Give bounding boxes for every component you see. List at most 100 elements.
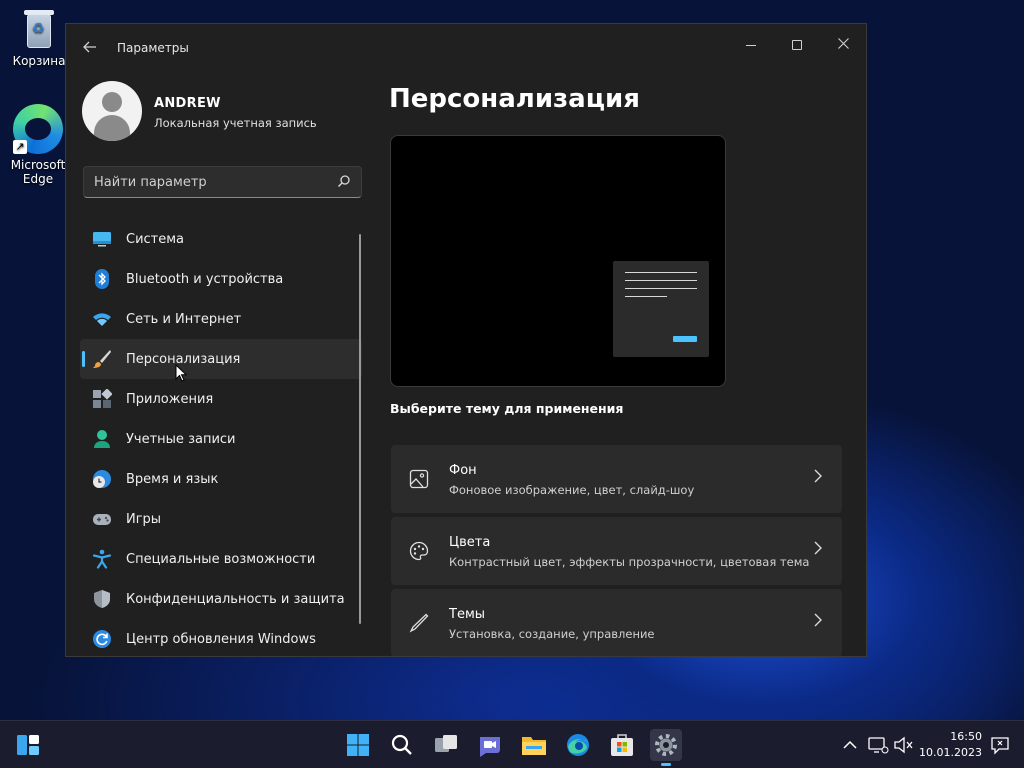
sidebar-item-personalization[interactable]: Персонализация [80,339,362,379]
card-themes[interactable]: Темы Установка, создание, управление [391,589,842,656]
volume-tray-button[interactable] [892,721,916,768]
brush-icon [93,350,111,368]
recycle-bin-icon [21,8,57,50]
sidebar-item-time-language[interactable]: Время и язык [80,459,362,499]
sidebar-item-label: Учетные записи [126,431,236,447]
minimize-button[interactable] [728,30,774,60]
widgets-icon [17,735,39,755]
network-tray-button[interactable] [866,721,890,768]
account-type: Локальная учетная запись [154,116,317,130]
edge-icon [567,734,589,756]
globe-clock-icon [93,470,111,488]
card-subtitle: Установка, создание, управление [449,627,655,641]
mouse-cursor-icon [175,364,187,382]
close-icon [837,38,849,49]
sidebar-item-apps[interactable]: Приложения [80,379,362,419]
recycle-bin-label: Корзина [12,54,66,68]
taskbar: 16:50 10.01.2023 [0,720,1024,768]
window-title: Параметры [117,41,189,55]
sidebar-item-accounts[interactable]: Учетные записи [80,419,362,459]
volume-muted-icon [894,736,913,754]
shield-icon [94,590,110,608]
edge-icon: ↗ [13,104,63,154]
avatar [82,81,142,141]
chevron-up-icon [843,740,857,749]
sidebar-scrollbar[interactable] [359,234,361,624]
card-subtitle: Контрастный цвет, эффекты прозрачности, … [449,555,810,569]
image-icon [409,469,429,489]
card-subtitle: Фоновое изображение, цвет, слайд-шоу [449,483,695,497]
task-view-button[interactable] [430,729,462,761]
chevron-right-icon [814,469,822,483]
desktop-icon-recycle-bin[interactable]: Корзина [7,8,71,68]
gear-icon [655,734,677,756]
chat-icon [480,737,500,757]
card-title: Темы [449,607,486,622]
sidebar-item-label: Конфиденциальность и защита [126,591,345,607]
sidebar-item-label: Игры [126,511,162,527]
search-icon [338,175,350,187]
preview-dialog [613,261,709,357]
card-title: Цвета [449,535,491,550]
user-name: ANDREW [154,96,221,111]
sidebar-item-system[interactable]: Система [80,219,362,259]
folder-icon [522,737,546,755]
chat-button[interactable] [474,729,506,761]
sidebar-item-privacy[interactable]: Конфиденциальность и защита [80,579,362,619]
sidebar-item-bluetooth[interactable]: Bluetooth и устройства [80,259,362,299]
sidebar: ANDREW Локальная учетная запись Система … [66,74,376,656]
user-profile[interactable]: ANDREW Локальная учетная запись [82,81,372,145]
person-icon [94,430,110,448]
taskbar-clock[interactable]: 16:50 10.01.2023 [919,729,982,761]
edge-taskbar-button[interactable] [562,729,594,761]
sidebar-item-label: Система [126,231,185,247]
page-title: Персонализация [389,84,640,114]
apps-icon [93,389,112,408]
title-bar[interactable]: Параметры [66,24,866,74]
gamepad-icon [93,514,111,525]
palette-icon [409,541,429,561]
nav-list: Система Bluetooth и устройства Сеть и Ин… [80,219,362,656]
search-taskbar-button[interactable] [386,729,418,761]
sidebar-item-network[interactable]: Сеть и Интернет [80,299,362,339]
notification-icon [991,737,1009,755]
shortcut-arrow-icon: ↗ [13,140,27,154]
notification-button[interactable] [988,721,1012,768]
search-box[interactable] [83,166,362,198]
update-icon [93,630,111,648]
task-view-icon [435,735,457,752]
sidebar-item-label: Центр обновления Windows [126,631,316,647]
edge-label: Microsoft Edge [10,158,66,186]
desktop-icon-edge[interactable]: ↗ Microsoft Edge [6,104,70,186]
store-icon [611,734,633,756]
minimize-icon [746,44,756,46]
back-button[interactable] [78,38,102,60]
sidebar-item-accessibility[interactable]: Специальные возможности [80,539,362,579]
sidebar-item-label: Приложения [126,391,214,407]
sidebar-item-label: Bluetooth и устройства [126,271,284,287]
settings-taskbar-button[interactable] [650,729,682,766]
file-explorer-button[interactable] [518,729,550,761]
theme-preview [390,135,726,387]
tray-overflow-button[interactable] [838,721,862,768]
main-content: Персонализация Выберите тему для примене… [376,74,866,656]
sidebar-item-gaming[interactable]: Игры [80,499,362,539]
chevron-right-icon [814,613,822,627]
chevron-right-icon [814,541,822,555]
sidebar-item-windows-update[interactable]: Центр обновления Windows [80,619,362,656]
card-background[interactable]: Фон Фоновое изображение, цвет, слайд-шоу [391,445,842,513]
bluetooth-icon [95,269,109,289]
sidebar-item-label: Специальные возможности [126,551,316,567]
clock-date: 10.01.2023 [919,746,982,759]
close-button[interactable] [820,30,866,60]
maximize-button[interactable] [774,30,820,60]
card-colors[interactable]: Цвета Контрастный цвет, эффекты прозрачн… [391,517,842,585]
back-arrow-icon [83,41,96,53]
wifi-icon [93,313,111,326]
store-button[interactable] [606,729,638,761]
theme-prompt: Выберите тему для применения [390,401,624,416]
widgets-button[interactable] [12,729,44,761]
search-input[interactable] [94,172,324,192]
display-icon [93,232,111,247]
start-button[interactable] [342,729,374,761]
